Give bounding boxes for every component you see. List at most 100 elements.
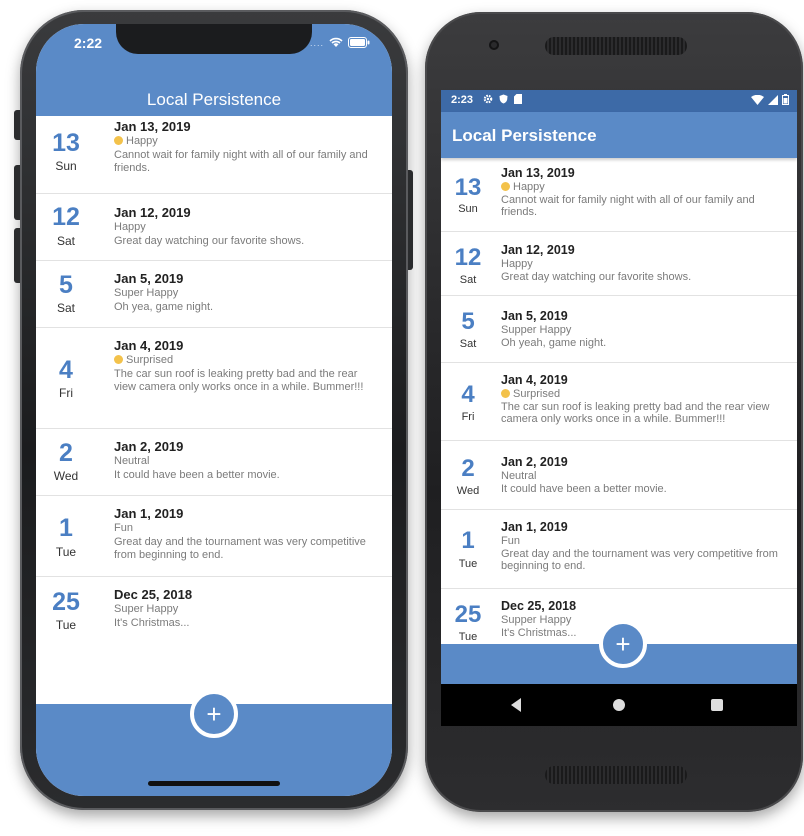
journal-entry[interactable]: 4 Fri Jan 4, 2019 Surprised The car sun …	[441, 363, 797, 441]
entry-day-number: 25	[52, 588, 80, 616]
front-camera-icon	[489, 40, 499, 50]
journal-entry[interactable]: 13 Sun Jan 13, 2019 Happy Cannot wait fo…	[36, 116, 392, 194]
entry-date: Jan 4, 2019	[501, 373, 568, 387]
entry-mood: Happy	[114, 135, 382, 149]
entry-content: Jan 12, 2019 Happy Great day watching ou…	[114, 205, 382, 248]
journal-entry[interactable]: 12 Sat Jan 12, 2019 Happy Great day watc…	[441, 232, 797, 296]
entry-date: Jan 2, 2019	[114, 439, 184, 454]
entry-day-number: 4	[59, 356, 73, 384]
entry-date: Jan 4, 2019	[114, 338, 184, 353]
sd-card-icon	[514, 94, 522, 104]
entry-day-name: Tue	[458, 631, 478, 643]
journal-entry[interactable]: 4 Fri Jan 4, 2019 Surprised The car sun …	[36, 328, 392, 429]
iphone-volume-down-button	[14, 228, 20, 283]
entry-note: The car sun roof is leaking pretty bad a…	[501, 400, 770, 426]
entry-date: Jan 1, 2019	[501, 520, 568, 534]
android-notification-icons	[483, 94, 522, 104]
entry-content: Jan 1, 2019 Fun Great day and the tourna…	[114, 506, 382, 563]
entry-date: Jan 12, 2019	[501, 243, 575, 257]
entry-note: Oh yea, game night.	[114, 300, 214, 313]
journal-entry[interactable]: 1 Tue Jan 1, 2019 Fun Great day and the …	[441, 510, 797, 589]
entry-mood: Super Happy	[114, 287, 179, 299]
journal-entry[interactable]: 13 Sun Jan 13, 2019 Happy Cannot wait fo…	[441, 158, 797, 232]
android-status-time: 2:23	[451, 94, 474, 106]
entry-day-name: Fri	[461, 411, 475, 423]
entry-day-number: 13	[454, 174, 482, 201]
sunglasses-emoji-icon	[114, 136, 123, 145]
entry-day-number: 13	[52, 129, 80, 157]
entry-note: Oh yeah, game night.	[501, 336, 607, 349]
entry-day-name: Tue	[55, 545, 77, 559]
entry-mood: Fun	[114, 522, 133, 534]
entry-note: Cannot wait for family night with all of…	[501, 193, 755, 219]
iphone-journal-list[interactable]: 13 Sun Jan 13, 2019 Happy Cannot wait fo…	[36, 116, 392, 643]
recent-apps-square-icon[interactable]	[711, 699, 723, 711]
android-journal-list[interactable]: 13 Sun Jan 13, 2019 Happy Cannot wait fo…	[441, 158, 797, 651]
entry-content: Jan 12, 2019 Happy Great day watching ou…	[501, 243, 789, 283]
android-navigation-bar	[441, 684, 797, 726]
journal-entry[interactable]: 1 Tue Jan 1, 2019 Fun Great day and the …	[36, 496, 392, 577]
home-circle-icon[interactable]	[613, 699, 625, 711]
entry-day-number: 2	[461, 455, 475, 482]
android-toolbar: Local Persistence	[441, 112, 797, 158]
entry-day-name: Sat	[459, 338, 477, 350]
wifi-icon	[329, 37, 343, 47]
entry-day-name: Sun	[458, 203, 478, 215]
iphone-device: 2:22 .... Local Persistence 13 Sun Jan 1…	[14, 10, 413, 810]
iphone-app-bar: 2:22 .... Local Persistence	[36, 24, 392, 116]
iphone-screen: 2:22 .... Local Persistence 13 Sun Jan 1…	[36, 24, 392, 796]
journal-entry[interactable]: 25 Tue Dec 25, 2018 Super Happy It's Chr…	[36, 577, 392, 643]
entry-date: Jan 12, 2019	[114, 205, 191, 220]
iphone-notch	[116, 24, 312, 54]
entry-content: Dec 25, 2018 Super Happy It's Christmas.…	[114, 587, 382, 630]
entry-mood: Happy	[501, 181, 789, 194]
entry-content: Jan 1, 2019 Fun Great day and the tourna…	[501, 520, 789, 573]
entry-content: Jan 13, 2019 Happy Cannot wait for famil…	[501, 166, 789, 219]
add-entry-button[interactable]: +	[190, 690, 238, 738]
entry-note: Great day and the tournament was very co…	[501, 547, 778, 573]
surprised-emoji-icon	[501, 389, 510, 398]
entry-date: Jan 1, 2019	[114, 506, 184, 521]
journal-entry[interactable]: 5 Sat Jan 5, 2019 Super Happy Oh yea, ga…	[36, 261, 392, 328]
iphone-home-indicator[interactable]	[148, 781, 280, 786]
entry-mood: Super Happy	[114, 603, 179, 615]
signal-dots-icon: ....	[309, 37, 324, 48]
entry-mood: Neutral	[501, 470, 537, 482]
entry-date: Jan 13, 2019	[114, 119, 191, 134]
entry-date: Jan 13, 2019	[501, 166, 575, 180]
entry-day-name: Wed	[456, 485, 480, 497]
shield-icon	[499, 94, 508, 104]
entry-day-number: 1	[461, 527, 475, 554]
gear-icon	[483, 94, 493, 104]
iphone-volume-up-button	[14, 165, 20, 220]
add-entry-button[interactable]: +	[599, 620, 647, 668]
entry-day-name: Sat	[56, 234, 75, 248]
bottom-speaker-grille	[545, 766, 687, 784]
entry-date: Jan 5, 2019	[501, 309, 568, 323]
journal-entry[interactable]: 2 Wed Jan 2, 2019 Neutral It could have …	[441, 441, 797, 510]
back-triangle-icon[interactable]	[511, 698, 521, 712]
android-system-icons	[751, 94, 789, 105]
entry-note: Cannot wait for family night with all of…	[114, 148, 368, 175]
entry-mood-label: Happy	[513, 181, 545, 193]
entry-day-number: 12	[52, 203, 80, 231]
android-device: 2:23 Local Persistence 13 Sun Jan 13, 20…	[425, 12, 803, 812]
entry-mood-label: Surprised	[513, 388, 561, 400]
entry-note: Great day watching our favorite shows.	[501, 270, 692, 283]
wifi-icon	[751, 94, 764, 105]
entry-mood: Happy	[114, 221, 146, 233]
entry-content: Jan 2, 2019 Neutral It could have been a…	[114, 439, 382, 482]
entry-content: Jan 4, 2019 Surprised The car sun roof i…	[114, 338, 382, 395]
journal-entry[interactable]: 12 Sat Jan 12, 2019 Happy Great day watc…	[36, 194, 392, 261]
entry-date: Jan 2, 2019	[501, 455, 568, 469]
battery-icon	[348, 37, 370, 48]
entry-content: Jan 13, 2019 Happy Cannot wait for famil…	[114, 119, 382, 176]
entry-mood: Surprised	[501, 388, 789, 401]
journal-entry[interactable]: 2 Wed Jan 2, 2019 Neutral It could have …	[36, 429, 392, 496]
journal-entry[interactable]: 5 Sat Jan 5, 2019 Supper Happy Oh yeah, …	[441, 296, 797, 363]
entry-mood: Supper Happy	[501, 614, 572, 626]
entry-date: Jan 5, 2019	[114, 271, 184, 286]
entry-mood: Supper Happy	[501, 324, 572, 336]
entry-mood: Surprised	[114, 354, 382, 368]
entry-day-name: Wed	[53, 469, 79, 483]
